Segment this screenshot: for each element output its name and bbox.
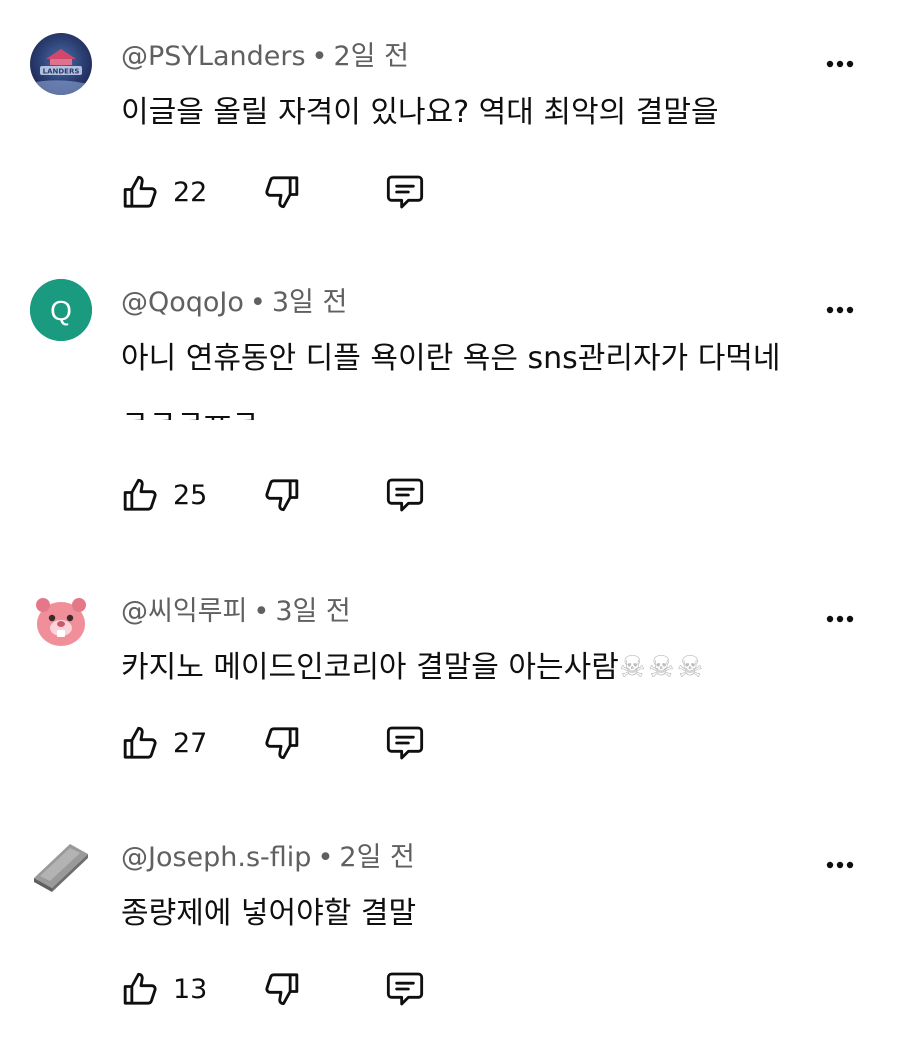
meta-separator: •	[317, 842, 334, 873]
more-vert-icon	[826, 615, 854, 623]
dislike-button[interactable]	[261, 475, 301, 519]
comment-text-line: 아니 연휴동안 디플 욕이란 욕은 sns관리자가 다먹네	[121, 341, 781, 376]
reply-comment-icon	[386, 478, 424, 512]
psylanders-logo-avatar: LANDERS	[30, 33, 92, 95]
thumbs-up-icon	[123, 478, 157, 511]
comment-time[interactable]: 3일 전	[275, 596, 350, 627]
comment-time[interactable]: 3일 전	[272, 287, 347, 318]
author-handle[interactable]: @Joseph.s-flip	[121, 842, 311, 873]
avatar-logo-text: LANDERS	[43, 68, 80, 76]
dislike-button[interactable]	[261, 172, 301, 216]
comment-text: 이글을 올릴 자격이 있나요? 역대 최악의 결말을	[121, 88, 851, 138]
like-button[interactable]: 25	[121, 475, 207, 515]
like-count: 13	[173, 973, 208, 1005]
reply-comment-icon	[386, 726, 424, 760]
thumbs-down-icon	[265, 479, 299, 512]
comment-text-line: 종량제에 넣어야할 결말	[121, 896, 417, 931]
like-button[interactable]: 22	[121, 172, 207, 212]
thumbs-down-icon	[265, 973, 299, 1006]
comment-item: @Joseph.s-flip • 2일 전 종량제에 넣어야할 결말 13	[0, 801, 900, 1058]
comment-text: 아니 연휴동안 디플 욕이란 욕은 sns관리자가 다먹네 ㅋㅋㅋㅠㅋ	[121, 334, 851, 420]
meta-separator: •	[253, 596, 270, 627]
thumbs-up-icon	[123, 175, 157, 208]
comment-time[interactable]: 2일 전	[333, 41, 408, 72]
metal-bar-avatar	[34, 844, 88, 892]
like-button[interactable]: 13	[121, 969, 207, 1009]
avatar-letter: Q	[50, 295, 72, 326]
more-vert-icon	[826, 306, 854, 314]
comment-text-line: ㅋㅋㅋㅠㅋ	[121, 405, 259, 420]
skull-crossbones-emoji: ☠☠☠	[618, 650, 706, 685]
comment-meta: @PSYLanders • 2일 전	[121, 40, 409, 74]
comment-meta: @Joseph.s-flip • 2일 전	[121, 841, 415, 875]
more-options-button[interactable]	[820, 851, 860, 879]
meta-separator: •	[249, 287, 266, 318]
dislike-button[interactable]	[261, 969, 301, 1013]
reply-comment-icon	[386, 175, 424, 209]
more-vert-icon	[826, 60, 854, 68]
more-options-button[interactable]	[820, 605, 860, 633]
like-count: 22	[173, 176, 208, 208]
reply-button[interactable]	[383, 172, 427, 216]
comment-time[interactable]: 2일 전	[339, 842, 414, 873]
reply-comment-icon	[386, 972, 424, 1006]
pink-beaver-avatar	[36, 598, 86, 646]
avatar[interactable]	[30, 834, 92, 896]
author-handle[interactable]: @씨익루피	[121, 596, 247, 627]
comment-text-line: 카지노 메이드인코리아 결말을 아는사람	[121, 650, 619, 685]
more-options-button[interactable]	[820, 50, 860, 78]
comment-text-line-truncated: ㅋㅋㅋㅠㅋ	[121, 398, 851, 420]
avatar[interactable]	[30, 588, 92, 650]
like-count: 27	[173, 727, 208, 759]
thumbs-down-icon	[265, 176, 299, 209]
comment-item: LANDERS @PSYLanders • 2일 전 이글을 올릴 자격이 있나요?…	[0, 0, 900, 245]
meta-separator: •	[311, 41, 328, 72]
reply-button[interactable]	[383, 475, 427, 519]
thumbs-up-icon	[123, 726, 157, 759]
thumbs-up-icon	[123, 972, 157, 1005]
comment-text-line: 이글을 올릴 자격이 있나요? 역대 최악의 결말을	[121, 95, 719, 130]
comment-meta: @씨익루피 • 3일 전	[121, 595, 351, 629]
reply-button[interactable]	[383, 969, 427, 1013]
comment-text: 카지노 메이드인코리아 결말을 아는사람☠☠☠	[121, 643, 851, 693]
comment-meta: @QoqoJo • 3일 전	[121, 286, 347, 320]
comment-item: @씨익루피 • 3일 전 카지노 메이드인코리아 결말을 아는사람☠☠☠ 27	[0, 555, 900, 800]
avatar[interactable]: LANDERS	[30, 33, 92, 95]
author-handle[interactable]: @QoqoJo	[121, 287, 244, 318]
thumbs-down-icon	[265, 727, 299, 760]
more-options-button[interactable]	[820, 296, 860, 324]
reply-button[interactable]	[383, 723, 427, 767]
letter-avatar: Q	[30, 279, 92, 341]
comment-item: Q @QoqoJo • 3일 전 아니 연휴동안 디플 욕이란 욕은 sns관리자가…	[0, 246, 900, 546]
more-vert-icon	[826, 861, 854, 869]
like-button[interactable]: 27	[121, 723, 207, 763]
dislike-button[interactable]	[261, 723, 301, 767]
like-count: 25	[173, 479, 208, 511]
avatar[interactable]: Q	[30, 279, 92, 341]
comment-text: 종량제에 넣어야할 결말	[121, 889, 851, 939]
author-handle[interactable]: @PSYLanders	[121, 41, 306, 72]
